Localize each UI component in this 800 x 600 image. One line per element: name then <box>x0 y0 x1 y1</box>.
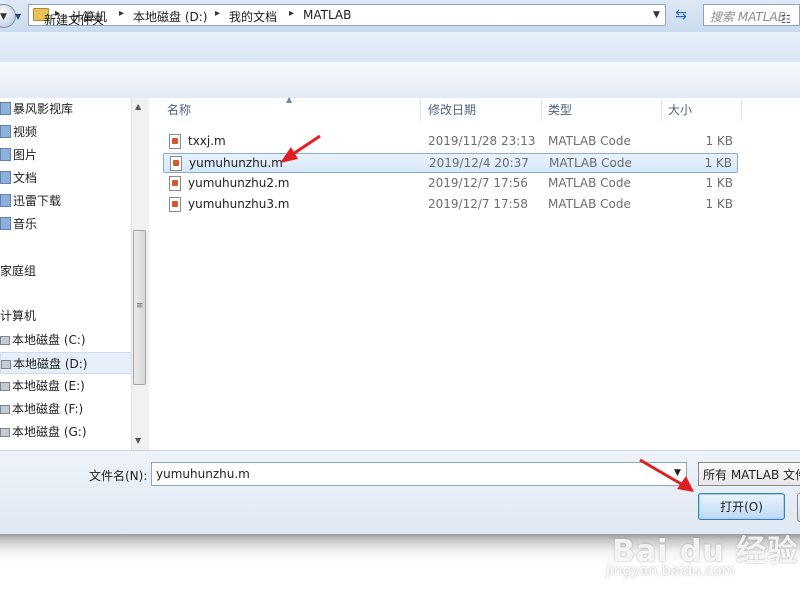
arrow-to-open-button-icon <box>639 458 694 492</box>
arrow-to-selected-file-icon <box>280 134 321 163</box>
annotation-arrows <box>280 134 694 492</box>
